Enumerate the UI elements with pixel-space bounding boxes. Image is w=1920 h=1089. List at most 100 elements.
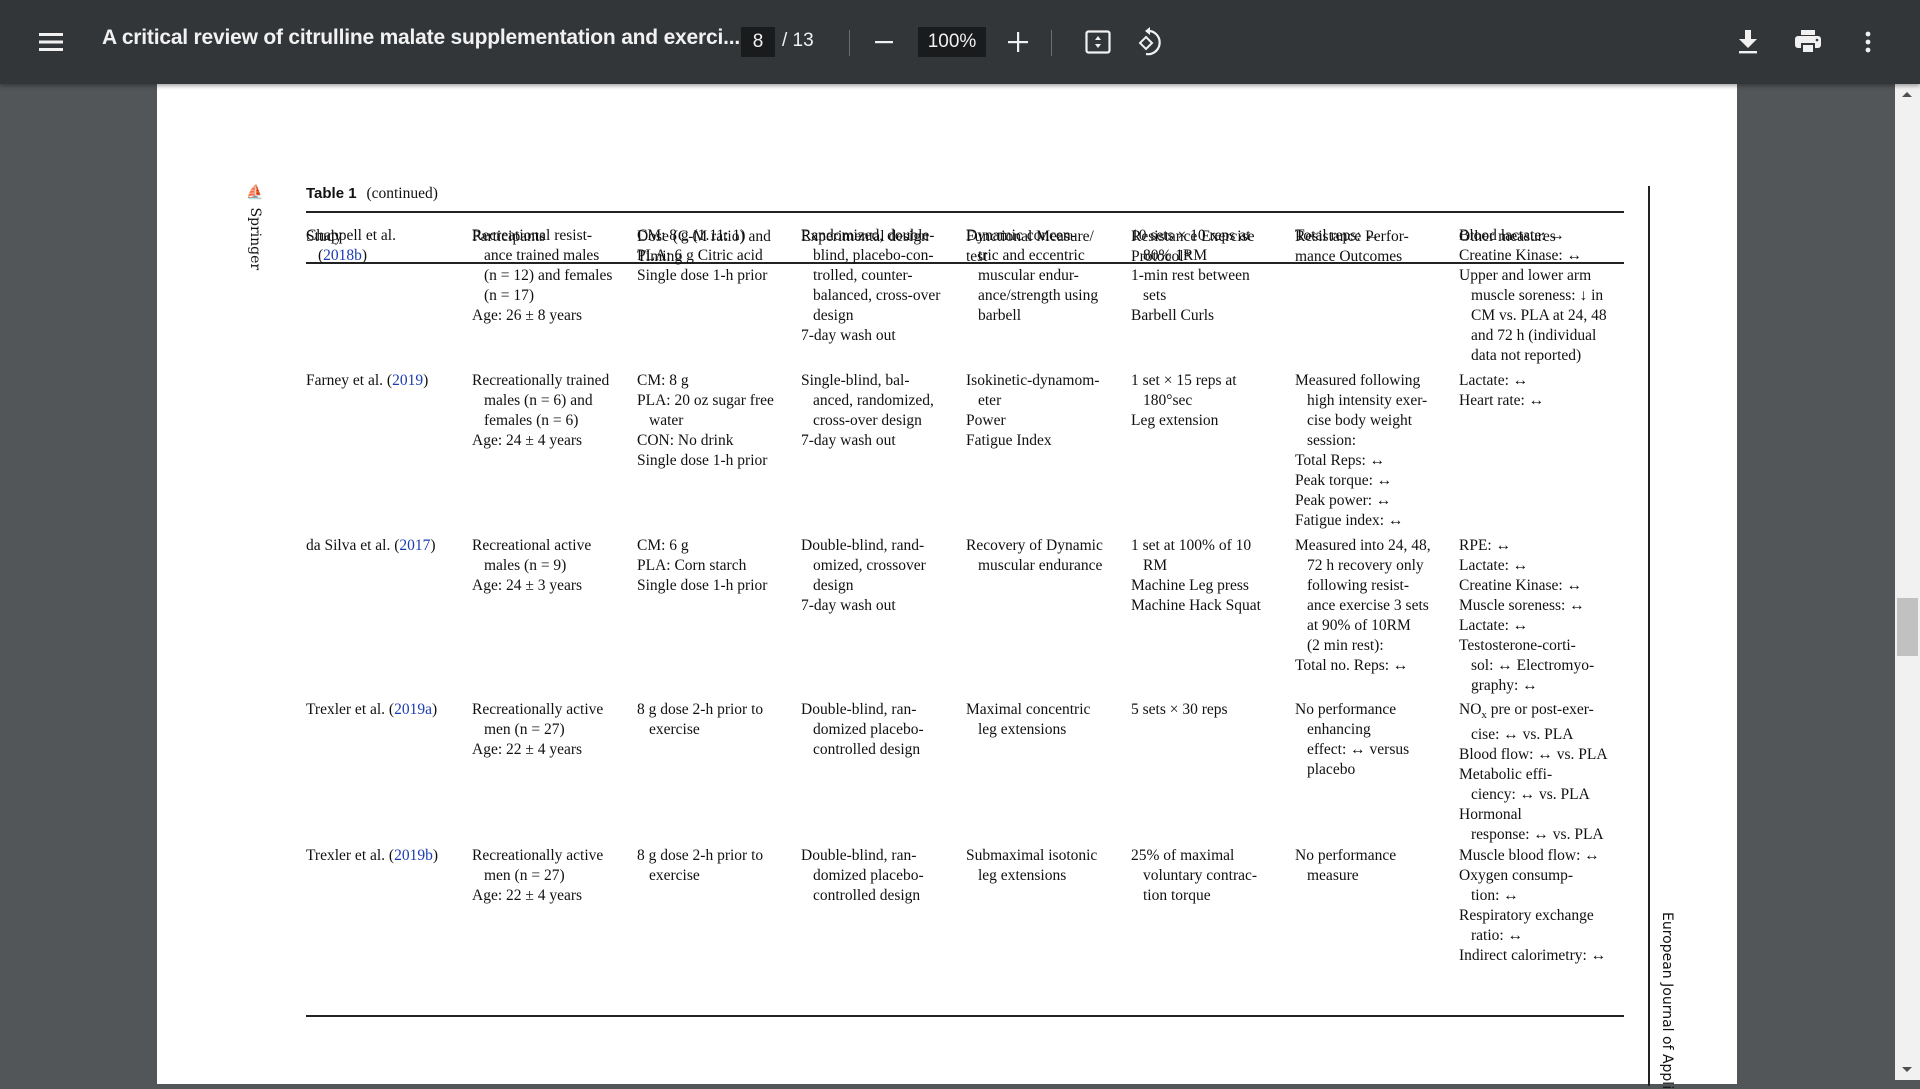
cell-text: response: ↔ vs. PLA [1471, 826, 1604, 844]
cell-exercise-protocol: 5 sets × 30 reps [1131, 700, 1291, 720]
publisher-name: Springer [247, 207, 263, 271]
cell-dose: CM: 8 g PLA: 20 oz sugar free water CON: No… [637, 371, 797, 471]
cell-text: 7-day wash out [801, 432, 896, 449]
download-button[interactable] [1730, 24, 1766, 60]
cell-text: 7-day wash out [801, 597, 896, 614]
cell-text: Muscle blood flow: ↔ [1459, 847, 1600, 864]
cell-text: Lactate: ↔ [1459, 372, 1529, 389]
plus-icon [1008, 32, 1028, 52]
cell-text: 5 sets × 30 reps [1131, 701, 1228, 718]
menu-button[interactable] [32, 22, 70, 62]
cell-text: Fatigue index: ↔ [1295, 512, 1404, 529]
journal-side-label: European Journal of Appli [1659, 912, 1675, 1089]
cell-text: Barbell Curls [1131, 307, 1215, 324]
cell-other-measures: NOx pre or post-exer-cise: ↔ vs. PLA Bloo… [1459, 700, 1619, 845]
cell-text: sol: ↔ Electromyo- [1471, 657, 1595, 674]
pdf-toolbar: A critical review of citrulline malate s… [0, 0, 1920, 84]
rotate-button[interactable] [1133, 22, 1169, 62]
cell-text: CON: No drink [637, 432, 734, 449]
cell-text: and 72 h (individual [1471, 327, 1597, 344]
cell-text: controlled design [813, 741, 921, 758]
cell-text: 80% 1RM [1143, 247, 1208, 264]
cell-text: leg extensions [978, 867, 1067, 884]
cell-text: muscle soreness: ↓ in [1471, 287, 1604, 304]
fit-to-page-button[interactable] [1080, 24, 1116, 60]
cell-text: ciency: ↔ vs. PLA [1471, 786, 1590, 804]
cell-text: CM: 6 g [637, 537, 689, 554]
page-number-input[interactable] [741, 27, 775, 57]
download-icon [1739, 30, 1757, 54]
cell-text: Fatigue Index [966, 432, 1052, 449]
cell-text: males (n = 6) and [484, 392, 593, 409]
cell-text: Indirect calorimetry: ↔ [1459, 947, 1607, 964]
cell-text: Blood flow: ↔ vs. PLA [1459, 746, 1608, 764]
cell-participants: Recreationally active men (n = 27) Age: 22… [472, 700, 632, 760]
springer-logo-icon: ⛵ [246, 184, 264, 201]
fit-to-page-icon [1085, 30, 1111, 54]
pdf-page: ⛵ Springer Table 1 (continued) European … [157, 84, 1737, 1089]
cell-other-measures: Blood lactate: ↔ Creatine Kinase: ↔ Upper … [1459, 226, 1619, 366]
cell-text: Blood lactate: ↔ [1459, 227, 1565, 244]
cell-text: Age: 22 ± 4 years [472, 887, 583, 904]
scrollbar-thumb[interactable] [1897, 597, 1918, 656]
cell-performance-outcomes: No performance enhancing effect: ↔ versus p… [1295, 700, 1455, 780]
hamburger-menu-icon [39, 33, 63, 51]
cell-text: Age: 26 ± 8 years [472, 307, 583, 324]
more-options-button[interactable] [1850, 24, 1886, 60]
cell-text: 8 g dose 2-h prior to [637, 847, 764, 864]
cell-text: leg extensions [978, 721, 1067, 738]
cell-text: CM: 8 g [637, 372, 689, 389]
scroll-down-arrow-icon[interactable] [1902, 1067, 1912, 1072]
cell-text: Dynamic concen- [966, 227, 1076, 244]
citation-link[interactable]: 2019 [392, 372, 423, 389]
cell-text: Muscle soreness: ↔ [1459, 597, 1585, 614]
cell-study: Farney et al. (2019) [306, 371, 466, 391]
cell-text: Single-blind, bal- [801, 372, 910, 389]
cell-text: voluntary contrac- [1143, 867, 1258, 884]
citation-link[interactable]: 2019a [394, 701, 432, 718]
scroll-up-arrow-icon[interactable] [1902, 92, 1912, 97]
zoom-level-input[interactable] [918, 27, 986, 57]
cell-text: Upper and lower arm [1459, 267, 1592, 284]
cell-text: tric and eccentric [978, 247, 1085, 264]
cell-text: following resist- [1307, 577, 1410, 594]
cell-other-measures: Muscle blood flow: ↔ Oxygen consump-tion:… [1459, 846, 1619, 966]
citation-link[interactable]: 2018b [323, 247, 362, 264]
cell-text: water [649, 412, 684, 429]
cell-text: Age: 22 ± 4 years [472, 741, 583, 758]
cell-text: at 90% of 10RM [1307, 617, 1411, 634]
cell-participants: Recreational resist-ance trained males (n… [472, 226, 632, 326]
zoom-out-button[interactable] [866, 24, 902, 60]
vertical-scrollbar[interactable] [1895, 84, 1920, 1080]
cell-functional-measure: Maximal concentric leg extensions [966, 700, 1126, 740]
citation-link[interactable]: 2017 [399, 537, 430, 554]
cell-text: Trexler et al. (2019b) [306, 847, 439, 864]
page-margin-line [1648, 186, 1650, 1086]
table-caption-note: (continued) [366, 185, 438, 202]
cell-text: Recovery of Dynamic [966, 537, 1103, 554]
cell-text: Power [966, 412, 1006, 429]
cell-text: Total Reps: ↔ [1295, 452, 1386, 469]
cell-text: Oxygen consump- [1459, 867, 1574, 884]
cell-text: 1-min rest between [1131, 267, 1250, 284]
cell-text: blind, placebo-con- [813, 247, 934, 264]
cell-text: design [813, 577, 854, 594]
cell-text: NOx pre or post-exer- [1459, 701, 1594, 722]
cell-performance-outcomes: No performance measure [1295, 846, 1455, 886]
print-button[interactable] [1790, 24, 1826, 60]
citation-link[interactable]: 2019b [394, 847, 433, 864]
cell-text: high intensity exer- [1307, 392, 1428, 409]
cell-text: 1 set at 100% of 10 [1131, 537, 1252, 554]
cell-text: ance trained males [484, 247, 600, 264]
cell-text: domized placebo- [813, 867, 924, 884]
cell-text: Double-blind, ran- [801, 847, 917, 864]
cell-design: Randomized, double-blind, placebo-con-tr… [801, 226, 961, 346]
cell-text: Recreationally trained [472, 372, 610, 389]
cell-text: men (n = 27) [484, 721, 565, 738]
cell-text: Creatine Kinase: ↔ [1459, 247, 1583, 264]
cell-text: Age: 24 ± 3 years [472, 577, 583, 594]
cell-text: ance exercise 3 sets [1307, 597, 1429, 614]
zoom-in-button[interactable] [1000, 24, 1036, 60]
cell-text: Chappell et al. [306, 227, 396, 244]
cell-dose: CM: 6 g PLA: Corn starch Single dose 1-h p… [637, 536, 797, 596]
